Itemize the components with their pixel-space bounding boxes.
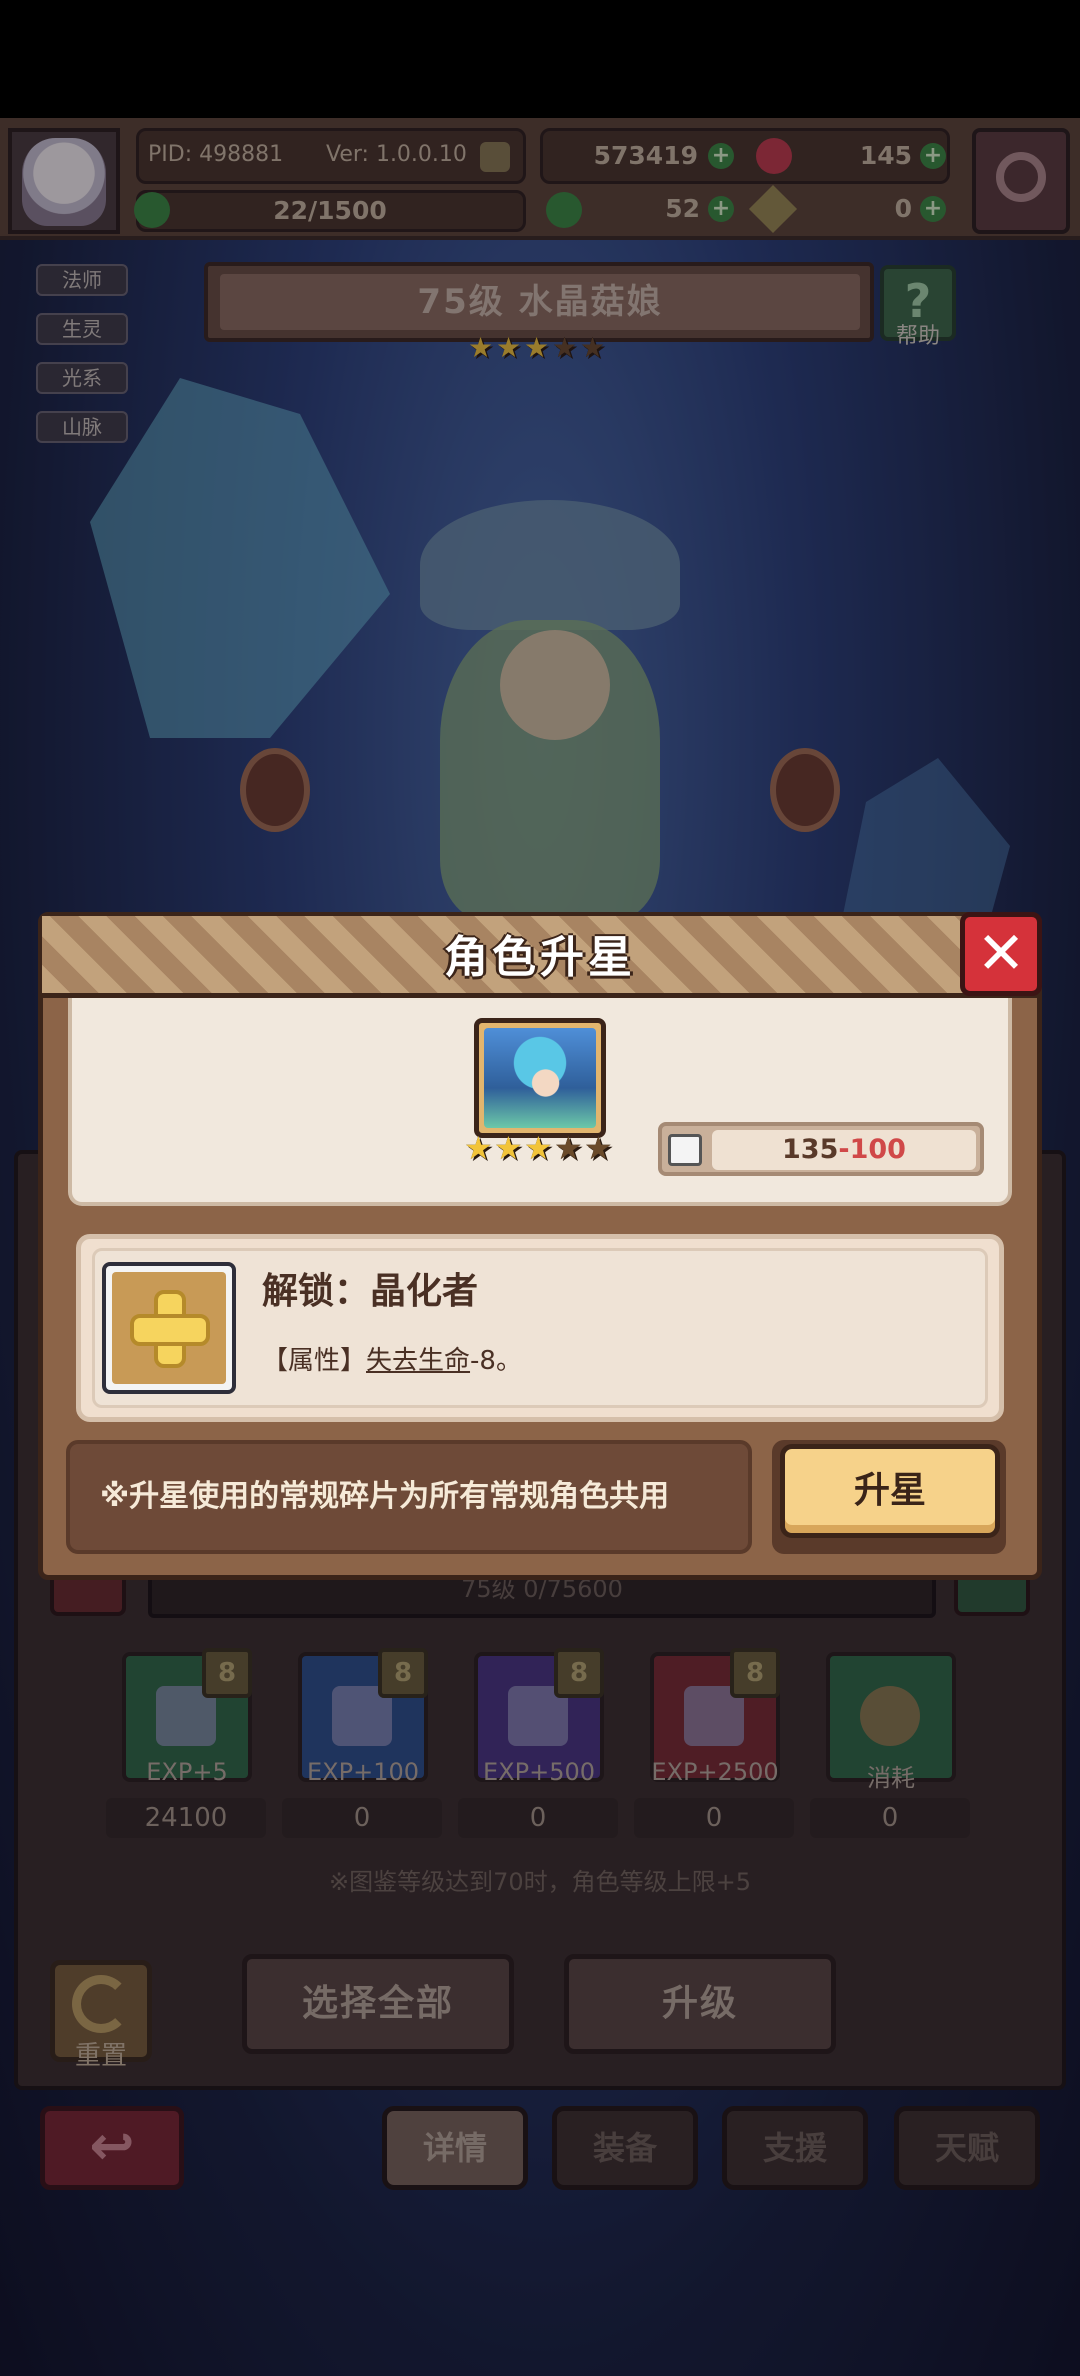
cross-icon-bar (130, 1314, 210, 1346)
character-portrait (484, 1028, 596, 1128)
star-empty-icon: ★ (584, 1129, 613, 1167)
unlock-title: 解锁：晶化者 (262, 1271, 479, 1312)
portrait-stars: ★ ★ ★ ★ ★ (464, 1132, 624, 1168)
modal-title: 角色升星 (444, 932, 636, 983)
shard-icon (668, 1134, 702, 1166)
shard-count: 135-100 (712, 1130, 976, 1170)
status-bar (0, 0, 1080, 118)
attr-suffix: -8。 (470, 1346, 522, 1376)
star-empty-icon: ★ (554, 1129, 583, 1167)
shard-separator: - (838, 1134, 850, 1165)
star-filled-icon: ★ (494, 1129, 523, 1167)
star-filled-icon: ★ (464, 1129, 493, 1167)
star-up-button[interactable]: 升星 (780, 1444, 1000, 1538)
unlock-description: 【属性】失去生命-8。 (262, 1340, 522, 1377)
shared-shard-tip: ※升星使用的常规碎片为所有常规角色共用 (66, 1440, 752, 1554)
attr-link[interactable]: 失去生命 (366, 1346, 470, 1376)
star-filled-icon: ★ (524, 1129, 553, 1167)
close-icon[interactable]: ✕ (960, 912, 1042, 996)
shard-required: 100 (849, 1134, 906, 1165)
shard-current: 135 (782, 1134, 839, 1165)
attr-prefix: 【属性】 (262, 1346, 367, 1376)
